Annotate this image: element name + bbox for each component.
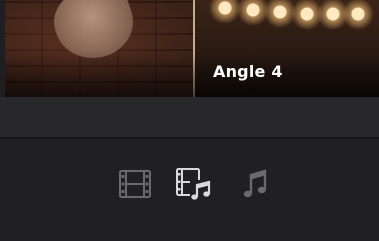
- multicam-panel: Angle 4: [0, 0, 379, 241]
- film-strip-icon: [119, 170, 151, 198]
- viewer-bottom-bar: [0, 97, 379, 137]
- viewer-shade: [5, 52, 379, 97]
- video-only-button[interactable]: [117, 167, 153, 201]
- music-note-icon: [243, 169, 267, 198]
- video-audio-icon: [176, 168, 211, 200]
- angle-viewer[interactable]: Angle 4: [5, 0, 379, 97]
- angle-label: Angle 4: [213, 62, 283, 81]
- video-and-audio-button[interactable]: [176, 167, 212, 201]
- audio-only-button[interactable]: [237, 167, 273, 201]
